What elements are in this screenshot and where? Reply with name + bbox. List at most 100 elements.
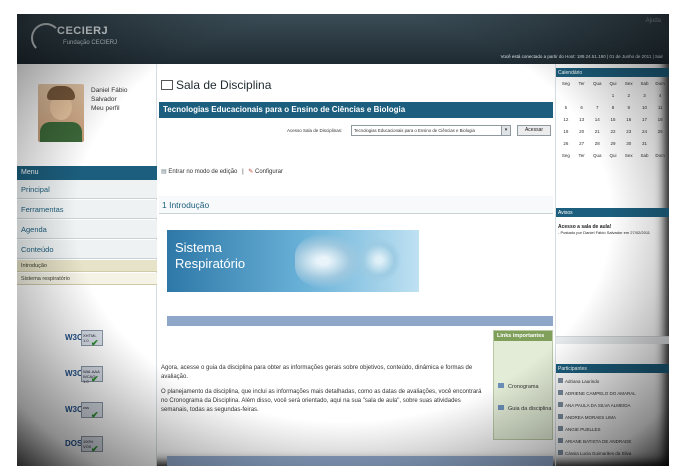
section-divider-bottom xyxy=(167,456,553,466)
menu-item-agenda[interactable]: Agenda xyxy=(17,220,157,239)
calendar-weekdays: Seg Ter Qua Qui Sex Sab Dom xyxy=(558,78,668,90)
participant-item[interactable]: Adriana Laurindo xyxy=(558,378,599,384)
course-title-bar: Tecnologias Educacionais para o Ensino d… xyxy=(159,102,553,118)
calendar-day[interactable]: 5 xyxy=(558,102,574,114)
calendar-day[interactable]: 29 xyxy=(605,138,621,150)
participant-item[interactable]: ARIANE BATISTA DE ANDRADE xyxy=(558,438,631,444)
calendar-day[interactable] xyxy=(574,90,590,102)
banner-title: Sistema Respiratório xyxy=(175,240,245,272)
calendar-day[interactable]: 23 xyxy=(621,126,637,138)
lung-illustration xyxy=(295,234,365,288)
course-select-value: Tecnologias Educacionais para o Ensino d… xyxy=(354,128,475,133)
calendar: Seg Ter Qua Qui Sex Sab Dom 1234 5 6 7 8 9 10… xyxy=(558,78,668,162)
user-icon xyxy=(558,438,563,443)
weekday: Sab xyxy=(640,81,649,86)
chevron-down-icon[interactable]: ▾ xyxy=(501,126,510,135)
link-label: Cronograma xyxy=(508,384,539,390)
calendar-day[interactable]: 22 xyxy=(605,126,621,138)
book-icon xyxy=(161,80,173,90)
edit-mode-link[interactable]: Entrar no modo de edição xyxy=(168,169,237,175)
calendar-day[interactable]: 11 xyxy=(652,102,668,114)
submenu-item-sistema-respiratorio[interactable]: Sistema respiratório xyxy=(17,273,157,285)
calendar-day[interactable]: 6 xyxy=(574,102,590,114)
help-link[interactable]: Ajuda xyxy=(646,18,661,24)
link-cronograma[interactable]: Cronograma xyxy=(498,383,539,390)
calendar-day[interactable]: 7 xyxy=(589,102,605,114)
calendar-week: 26 27 28 29 30 31 xyxy=(558,138,668,150)
w3c-css-badge[interactable]: W3C css ✔ xyxy=(65,402,105,420)
calendar-day[interactable]: 18 xyxy=(652,114,668,126)
calendar-day[interactable]: 19 xyxy=(558,126,574,138)
link-guia[interactable]: Guia da disciplina xyxy=(498,405,551,412)
weekday: Sex xyxy=(624,153,633,158)
calendar-day[interactable]: 24 xyxy=(637,126,653,138)
notice-item[interactable]: Acesso a sala de aula! - Postado por Dan… xyxy=(558,224,668,236)
participant-item[interactable]: ANDREA MORAES LIMA xyxy=(558,414,616,420)
user-avatar[interactable] xyxy=(38,84,84,142)
horizontal-scrollbar[interactable] xyxy=(556,336,669,344)
course-select[interactable]: Tecnologias Educacionais para o Ensino d… xyxy=(351,125,511,136)
document-icon xyxy=(498,383,504,388)
check-icon: ✔ xyxy=(91,444,99,454)
my-profile-link[interactable]: Meu perfil xyxy=(91,104,128,113)
calendar-day[interactable] xyxy=(589,90,605,102)
participant-item[interactable]: ANGIE PUELLES xyxy=(558,426,601,432)
screen: CECIERJ Fundação CECIERJ Ajuda Você está… xyxy=(17,14,669,466)
calendar-day[interactable]: 13 xyxy=(574,114,590,126)
calendar-week: 19 20 21 22 23 24 25 xyxy=(558,126,668,138)
calendar-day[interactable]: 17 xyxy=(637,114,653,126)
calendar-day[interactable]: 20 xyxy=(574,126,590,138)
cecierj-logo[interactable]: CECIERJ Fundação CECIERJ xyxy=(31,21,151,55)
participant-item[interactable]: ANA PAULA DA SILVA ALMEIDA xyxy=(558,402,631,408)
site-header: CECIERJ Fundação CECIERJ Ajuda Você está… xyxy=(17,14,669,64)
calendar-day[interactable]: 16 xyxy=(621,114,637,126)
weekday: Sex xyxy=(624,81,633,86)
avatar-hair xyxy=(47,86,75,100)
calendar-day[interactable]: 3 xyxy=(637,90,653,102)
calendar-day[interactable]: 10 xyxy=(637,102,653,114)
link-label: Guia da disciplina xyxy=(508,406,552,412)
calendar-day[interactable]: 31 xyxy=(637,138,653,150)
participant-item[interactable]: ADRIENE CAMPELO DO AMARAL xyxy=(558,390,636,396)
calendar-day[interactable]: 21 xyxy=(589,126,605,138)
user-icon xyxy=(558,378,563,383)
weekday: Qua xyxy=(593,153,602,158)
calendar-day[interactable]: 1 xyxy=(605,90,621,102)
submenu-item-introducao[interactable]: Introdução xyxy=(17,260,157,272)
right-column: Calendário Seg Ter Qua Qui Sex Sab Dom 1… xyxy=(555,64,669,466)
calendar-day[interactable] xyxy=(652,138,668,150)
calendar-day[interactable]: 8 xyxy=(605,102,621,114)
calendar-day[interactable]: 15 xyxy=(605,114,621,126)
calendar-day[interactable]: 12 xyxy=(558,114,574,126)
calendar-day[interactable]: 2 xyxy=(621,90,637,102)
calendar-day[interactable]: 14 xyxy=(589,114,605,126)
user-name-line1: Daniel Fábio xyxy=(91,87,128,94)
user-icon xyxy=(558,390,563,395)
dosvox-badge[interactable]: DOS 100% VOX ✔ xyxy=(65,436,105,454)
calendar-day[interactable]: 25 xyxy=(652,126,668,138)
calendar-day[interactable]: 30 xyxy=(621,138,637,150)
calendar-day[interactable]: 27 xyxy=(574,138,590,150)
calendar-week: 12 13 14 15 16 17 18 xyxy=(558,114,668,126)
calendar-weekdays-footer: Seg Ter Qua Qui Sex Sab Dom xyxy=(558,150,668,162)
badge-dos-label: DOS xyxy=(65,439,83,448)
user-icon xyxy=(558,402,563,407)
calendar-day[interactable] xyxy=(558,90,574,102)
participant-name: ANA PAULA DA SILVA ALMEIDA xyxy=(565,403,631,408)
participant-name: ANDREA MORAES LIMA xyxy=(565,415,617,420)
w3c-wcag-badge[interactable]: W3C WAI-AAA WCAG 1.0 ✔ xyxy=(65,366,105,384)
menu-item-principal[interactable]: Principal xyxy=(17,180,157,199)
participant-name: ARIANE BATISTA DE ANDRADE xyxy=(565,439,632,444)
calendar-day[interactable]: 9 xyxy=(621,102,637,114)
menu-item-conteudo[interactable]: Conteúdo xyxy=(17,240,157,259)
configure-link[interactable]: Configurar xyxy=(255,169,283,175)
w3c-xhtml-badge[interactable]: W3C XHTML 1.0 ✔ xyxy=(65,330,105,348)
weekday: Dom xyxy=(655,81,665,86)
participants-header: Participantes xyxy=(556,364,669,373)
calendar-day[interactable]: 26 xyxy=(558,138,574,150)
participant-item[interactable]: Cássia Lucia Guimarães da Silva xyxy=(558,450,631,456)
menu-item-ferramentas[interactable]: Ferramentas xyxy=(17,200,157,219)
access-button[interactable]: Acessar xyxy=(517,125,551,136)
calendar-day[interactable]: 4 xyxy=(652,90,668,102)
calendar-day[interactable]: 28 xyxy=(589,138,605,150)
